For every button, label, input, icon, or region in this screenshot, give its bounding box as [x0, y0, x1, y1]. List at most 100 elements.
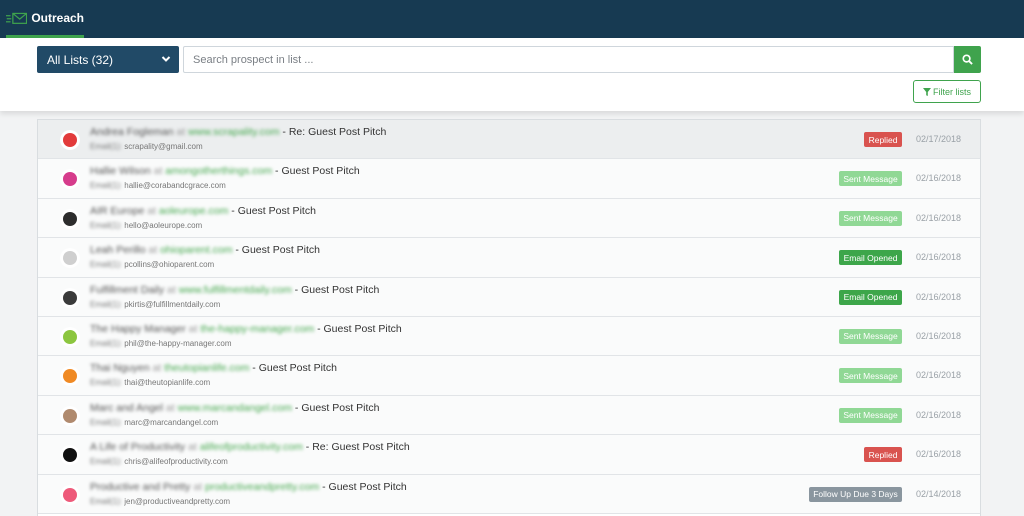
- avatar: [60, 248, 80, 269]
- status-badge: Replied: [864, 447, 902, 463]
- dash-separator: -: [314, 322, 324, 335]
- list-select-label: All Lists (32): [47, 52, 114, 67]
- search-panel: All Lists (32) Filter lists: [0, 38, 1024, 111]
- prospect-site-link[interactable]: theutopianlife.com: [164, 362, 249, 374]
- row-date: 02/16/2018: [916, 173, 962, 184]
- prospect-email: Email(1): scrapality@gmail.com: [90, 142, 203, 151]
- email-subject: Guest Post Pitch: [281, 165, 360, 178]
- search-input[interactable]: [183, 46, 954, 73]
- prospect-site-link[interactable]: www.marcandangel.com: [178, 402, 292, 414]
- email-subject: Re: Guest Post Pitch: [312, 441, 410, 454]
- avatar: [60, 169, 80, 190]
- row-date: 02/16/2018: [916, 291, 962, 302]
- prospect-email: Email(1): thai@theutopianlife.com: [90, 378, 210, 387]
- email-address: jen@productiveandpretty.com: [124, 496, 231, 506]
- filter-lists-button[interactable]: Filter lists: [913, 80, 981, 103]
- dash-separator: -: [228, 204, 238, 217]
- prospect-title[interactable]: A Life of Productivity at alifeofproduct…: [90, 441, 410, 453]
- email-prefix: Email(1):: [90, 260, 123, 270]
- prospect-title[interactable]: Productive and Pretty at productiveandpr…: [90, 481, 407, 493]
- prospect-name: AIR Europe: [90, 204, 145, 217]
- prospect-email: Email(1): hallie@corabandcgrace.com: [90, 181, 226, 190]
- dash-separator: -: [279, 126, 289, 138]
- email-subject: Guest Post Pitch: [237, 204, 316, 217]
- table-row[interactable]: Hallie Wilson at amongotherthings.com - …: [38, 159, 980, 199]
- status-badge: Email Opened: [839, 289, 902, 305]
- email-prefix: Email(1):: [90, 299, 123, 309]
- table-row[interactable]: The Happy Manager at the-happy-manager.c…: [38, 316, 980, 357]
- prospect-site-link[interactable]: alifeofproductivity.com: [200, 441, 303, 453]
- search-button[interactable]: [954, 46, 981, 73]
- table-row[interactable]: Andrea Fogleman at www.scrapality.com - …: [38, 120, 980, 160]
- at-label: at: [188, 441, 197, 454]
- prospect-name: Fulfillment Daily: [90, 283, 165, 296]
- app-brand[interactable]: Outreach: [6, 0, 84, 38]
- dash-separator: -: [291, 283, 302, 296]
- table-row[interactable]: Thai Nguyen at theutopianlife.com - Gues…: [38, 356, 980, 396]
- status-badge: Sent Message: [839, 328, 902, 344]
- at-label: at: [165, 401, 175, 414]
- avatar-logo-icon: [60, 248, 80, 269]
- prospect-site-link[interactable]: productiveandpretty.com: [205, 481, 319, 493]
- prospect-name: Productive and Pretty: [90, 480, 191, 493]
- at-label: at: [147, 204, 156, 217]
- chevron-down-icon: [161, 56, 171, 62]
- prospect-site-link[interactable]: amongotherthings.com: [165, 165, 272, 177]
- status-badge: Sent Message: [839, 407, 902, 423]
- avatar-logo-icon: [60, 405, 80, 426]
- prospect-title[interactable]: Andrea Fogleman at www.scrapality.com - …: [90, 126, 386, 138]
- email-subject: Guest Post Pitch: [301, 401, 380, 414]
- prospect-name: Andrea Fogleman: [90, 126, 174, 138]
- prospect-email: Email(1): marc@marcandangel.com: [90, 418, 218, 427]
- prospect-title[interactable]: The Happy Manager at the-happy-manager.c…: [90, 323, 402, 335]
- list-select-dropdown[interactable]: All Lists (32): [37, 46, 179, 73]
- dash-separator: -: [249, 362, 259, 375]
- prospect-name: Hallie Wilson: [90, 165, 151, 178]
- prospect-site-link[interactable]: www.fulfillmentdaily.com: [179, 284, 292, 296]
- prospect-title[interactable]: AIR Europe at aoleurope.com - Guest Post…: [90, 205, 316, 217]
- prospect-name: Thai Nguyen: [90, 362, 150, 375]
- table-row[interactable]: A Life of Productivity at alifeofproduct…: [38, 435, 980, 475]
- avatar-logo-icon: [60, 208, 80, 229]
- email-subject: Guest Post Pitch: [301, 283, 380, 296]
- at-label: at: [148, 244, 158, 257]
- prospect-title[interactable]: Leah Perillo at ohioparent.com - Guest P…: [90, 244, 320, 256]
- email-prefix: Email(1):: [90, 496, 123, 506]
- prospect-site-link[interactable]: the-happy-manager.com: [200, 323, 314, 335]
- email-subject: Guest Post Pitch: [328, 480, 407, 493]
- dash-separator: -: [319, 480, 329, 493]
- prospect-site-link[interactable]: www.scrapality.com: [188, 126, 279, 138]
- avatar-logo-icon: [60, 169, 80, 190]
- table-row[interactable]: Productive and Pretty at productiveandpr…: [38, 474, 980, 514]
- status-badge: Sent Message: [839, 171, 902, 187]
- at-label: at: [153, 165, 163, 178]
- at-label: at: [152, 362, 162, 375]
- table-row[interactable]: Marc and Angel at www.marcandangel.com -…: [38, 395, 980, 436]
- email-subject: Re: Guest Post Pitch: [288, 126, 387, 138]
- row-date: 02/16/2018: [916, 409, 962, 420]
- table-row[interactable]: Leah Perillo at ohioparent.com - Guest P…: [38, 238, 980, 278]
- prospect-title[interactable]: Marc and Angel at www.marcandangel.com -…: [90, 402, 380, 414]
- table-row[interactable]: AIR Europe at aoleurope.com - Guest Post…: [38, 198, 980, 239]
- row-date: 02/16/2018: [916, 449, 962, 460]
- email-prefix: Email(1):: [90, 338, 123, 348]
- email-subject: Guest Post Pitch: [241, 244, 320, 257]
- row-date: 02/16/2018: [916, 330, 962, 341]
- email-prefix: Email(1):: [90, 378, 123, 388]
- status-badge: Follow Up Due 3 Days: [809, 486, 902, 502]
- prospect-title[interactable]: Thai Nguyen at theutopianlife.com - Gues…: [90, 362, 337, 374]
- email-prefix: Email(1):: [90, 457, 123, 467]
- table-row[interactable]: Fulfillment Daily at www.fulfillmentdail…: [38, 277, 980, 317]
- prospect-name: The Happy Manager: [90, 322, 186, 335]
- prospect-site-link[interactable]: aoleurope.com: [159, 205, 228, 217]
- envelope-outreach-icon: [6, 12, 28, 24]
- avatar-logo-icon: [60, 445, 80, 466]
- status-badge: Sent Message: [839, 210, 902, 226]
- email-address: phil@the-happy-manager.com: [124, 338, 232, 348]
- prospect-title[interactable]: Hallie Wilson at amongotherthings.com - …: [90, 165, 360, 177]
- filter-lists-label: Filter lists: [933, 86, 971, 97]
- prospect-site-link[interactable]: ohioparent.com: [160, 244, 232, 256]
- avatar: [60, 326, 80, 347]
- prospect-title[interactable]: Fulfillment Daily at www.fulfillmentdail…: [90, 284, 379, 296]
- email-address: pcollins@ohioparent.com: [124, 260, 215, 270]
